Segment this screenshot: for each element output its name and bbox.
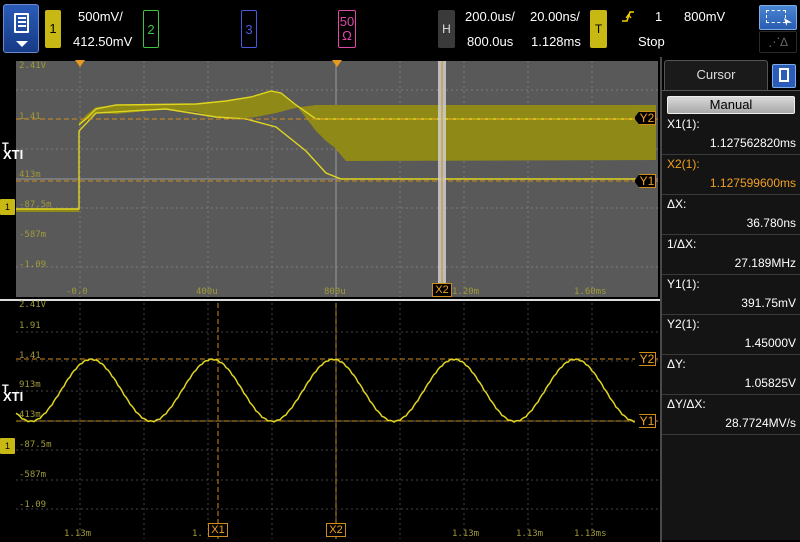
status-bar: 1 500mV/ 412.50mV 2 3 50 Ω H 200.0us/ 20… (0, 0, 800, 57)
channel-4-impedance: Ω (342, 28, 352, 43)
panel-tabs: Cursor (662, 60, 800, 90)
readout-value: 28.7724MV/s (725, 416, 796, 430)
readout-delta-y: ΔY: 1.05825V (662, 355, 800, 395)
trigger-source[interactable]: 1 (655, 9, 662, 24)
delay-marker[interactable] (332, 60, 342, 67)
main-graticule[interactable] (16, 61, 658, 297)
readout-value: 1.45000V (744, 336, 796, 350)
zoom-grid-svg (15, 303, 658, 539)
x1-cursor-label[interactable]: X1 (208, 523, 228, 537)
trigger-level-marker[interactable]: T XTI (2, 141, 23, 162)
acquisition-state: Stop (638, 34, 665, 49)
readout-label: 1/ΔX: (667, 237, 697, 251)
tab-document[interactable] (772, 64, 796, 88)
readout-label: X2(1): (667, 157, 700, 171)
level-label: 1.91 (19, 321, 41, 331)
readout-x2[interactable]: X2(1): 1.127599600ms (662, 155, 800, 195)
trigger-marker-letter: T (2, 383, 9, 395)
channel-1-button[interactable]: 1 (45, 10, 61, 48)
main-timebase[interactable]: 200.0us/ (465, 9, 515, 24)
x2-cursor-label[interactable]: X2 (432, 283, 452, 297)
trigger-position-marker[interactable] (75, 60, 85, 67)
rising-edge-icon (621, 9, 635, 26)
channel-4-label: 50 (339, 14, 355, 29)
readout-label: ΔY/ΔX: (667, 397, 706, 411)
readout-x1[interactable]: X1(1): 1.127562820ms (662, 115, 800, 155)
trigger-marker-letter: T (2, 141, 9, 153)
main-waveform-view[interactable]: 2.41V 1.41 413m -87.5m -587m -1.09 -0.0 … (0, 57, 660, 299)
readout-label: ΔY: (667, 357, 686, 371)
level-label: -87.5m (19, 440, 52, 450)
main-grid-svg (16, 61, 658, 297)
zoom-graticule[interactable] (15, 303, 658, 539)
readout-y2[interactable]: Y2(1): 1.45000V (662, 315, 800, 355)
readout-value: 36.780ns (746, 216, 796, 230)
readout-inverse-delta-x: 1/ΔX: 27.189MHz (662, 235, 800, 275)
x2-cursor-label[interactable]: X2 (326, 523, 346, 537)
menu-icon (14, 13, 29, 33)
ch1-ground-marker[interactable]: 1 (0, 438, 15, 454)
level-label: -1.09 (19, 500, 47, 510)
level-label: -87.5m (19, 200, 52, 210)
chevron-down-icon (16, 41, 28, 47)
readout-y1[interactable]: Y1(1): 391.75mV (662, 275, 800, 315)
level-label: 2.41V (19, 61, 47, 71)
channel-4-button[interactable]: 50 Ω (338, 10, 356, 48)
trigger-button[interactable]: T (590, 10, 607, 48)
level-label: 413m (19, 170, 41, 180)
readout-label: Y1(1): (667, 277, 700, 291)
ch1-ground-marker[interactable]: 1 (0, 199, 15, 215)
cursor-mode-button[interactable]: Manual (667, 96, 795, 114)
time-label: -0.0 (66, 287, 88, 297)
zoom-waveform-view[interactable]: 2.41V 1.91 1.41 913m 413m -87.5m -587m -… (0, 299, 660, 542)
time-label: 1.13m (64, 529, 92, 539)
readout-value: 1.127599600ms (709, 176, 796, 190)
channel-1-offset[interactable]: 412.50mV (73, 34, 132, 49)
tab-cursor[interactable]: Cursor (664, 60, 768, 90)
trigger-level-marker[interactable]: T XTI (2, 383, 23, 404)
trigger-level[interactable]: 800mV (684, 9, 725, 24)
pointer-icon (784, 18, 792, 26)
readout-label: X1(1): (667, 117, 700, 131)
cursor-panel: Cursor Manual X1(1): 1.127562820ms X2(1)… (660, 57, 800, 542)
readout-value: 1.127562820ms (709, 136, 796, 150)
time-label: 1.60ms (574, 287, 607, 297)
zoom-select-button[interactable] (759, 5, 797, 30)
level-label: -587m (19, 470, 47, 480)
channel-3-button[interactable]: 3 (241, 10, 257, 48)
document-icon (779, 68, 789, 82)
ch1-zoom-trace (15, 358, 645, 423)
readout-value: 27.189MHz (734, 256, 796, 270)
readout-value: 391.75mV (741, 296, 796, 310)
delta-icon: ⋰∆ (768, 35, 788, 49)
cursor-readouts: Manual X1(1): 1.127562820ms X2(1): 1.127… (662, 90, 800, 540)
level-label: 413m (19, 410, 41, 420)
main-delay[interactable]: 800.0us (467, 34, 513, 49)
time-label: 1.13ms (574, 529, 607, 539)
time-label: 1.13m (452, 529, 480, 539)
time-label: 400u (196, 287, 218, 297)
horizontal-button[interactable]: H (438, 10, 455, 48)
readout-slope: ΔY/ΔX: 28.7724MV/s (662, 395, 800, 435)
readout-value: 1.05825V (744, 376, 796, 390)
readout-delta-x: ΔX: 36.780ns (662, 195, 800, 235)
channel-2-button[interactable]: 2 (143, 10, 159, 48)
level-label: -587m (19, 230, 47, 240)
zoom-timebase[interactable]: 20.00ns/ (530, 9, 580, 24)
main-menu-button[interactable] (3, 4, 39, 53)
zoom-delay[interactable]: 1.128ms (531, 34, 581, 49)
time-label: 800u (324, 287, 346, 297)
readout-label: ΔX: (667, 197, 687, 211)
level-label: 2.41V (19, 300, 47, 310)
level-label: 1.41 (19, 112, 41, 122)
time-label: 1.13m (516, 529, 544, 539)
zoom-select-icon (766, 10, 786, 23)
measure-delta-button[interactable]: ⋰∆ (759, 31, 797, 53)
channel-1-scale[interactable]: 500mV/ (78, 9, 123, 24)
time-label: 1.20m (452, 287, 480, 297)
level-label: -1.09 (19, 260, 47, 270)
readout-label: Y2(1): (667, 317, 700, 331)
time-label: 1. (192, 529, 203, 539)
level-label: 1.41 (19, 351, 41, 361)
